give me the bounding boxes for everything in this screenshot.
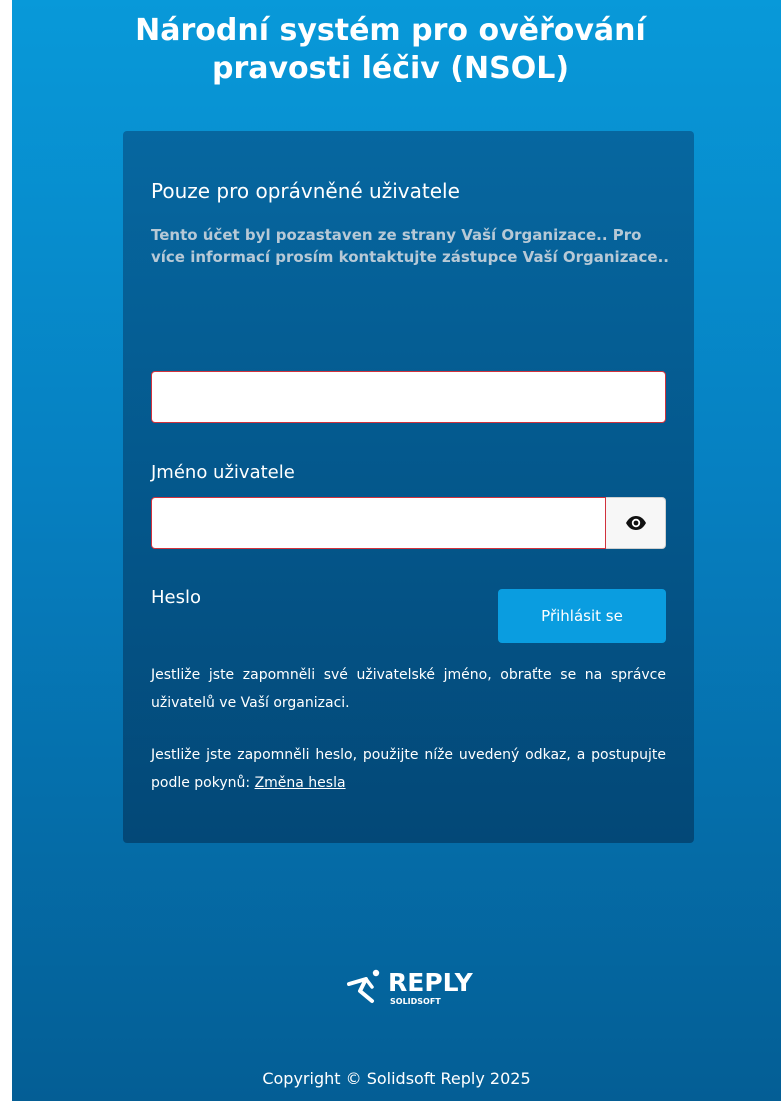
show-password-button[interactable]	[606, 497, 666, 549]
username-input[interactable]	[151, 371, 666, 423]
forgot-password-text: Jestliže jste zapomněli heslo, použijte …	[151, 741, 666, 797]
reply-logo: REPLY SOLIDSOFT	[344, 965, 484, 1015]
login-card: Pouze pro oprávněné uživatele Tento účet…	[123, 131, 694, 843]
runner-icon	[347, 969, 380, 1003]
account-suspended-notice: Tento účet byl pozastaven ze strany Vaší…	[151, 226, 670, 266]
login-button[interactable]: Přihlásit se	[498, 589, 666, 643]
login-heading: Pouze pro oprávněné uživatele	[151, 179, 460, 203]
page-background: Národní systém pro ověřování pravosti lé…	[12, 0, 781, 1101]
username-label: Jméno uživatele	[151, 462, 295, 483]
forgot-username-text: Jestliže jste zapomněli své uživatelské …	[151, 667, 666, 711]
password-input[interactable]	[151, 497, 606, 549]
forgot-password-instructions: Jestliže jste zapomněli heslo, použijte …	[151, 747, 666, 791]
logo-wordmark: REPLY	[388, 968, 473, 997]
logo-subtitle: SOLIDSOFT	[390, 997, 441, 1006]
eye-icon	[625, 516, 646, 530]
change-password-link[interactable]: Změna hesla	[255, 775, 346, 791]
page-title: Národní systém pro ověřování pravosti lé…	[135, 13, 646, 86]
password-label: Heslo	[151, 587, 202, 608]
copyright-text: Copyright © Solidsoft Reply 2025	[262, 1069, 531, 1088]
